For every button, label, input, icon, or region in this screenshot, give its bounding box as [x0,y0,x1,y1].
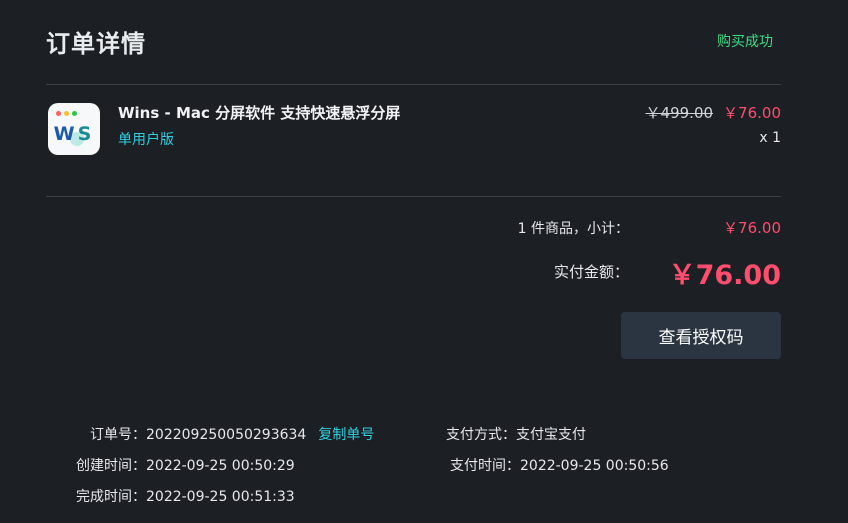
created-time-row: 创建时间：2022-09-25 00:50:29 [76,455,295,475]
completed-time-label: 完成时间： [76,489,146,505]
order-number-label: 订单号： [90,427,146,443]
product-quantity: x 1 [759,130,781,146]
created-time: 2022-09-25 00:50:29 [146,458,295,474]
payment-time: 2022-09-25 00:50:56 [520,458,669,474]
payment-time-label: 支付时间： [450,458,520,474]
payment-method-row: 支付方式：支付宝支付 [446,424,586,444]
view-license-button[interactable]: 查看授权码 [621,312,781,359]
product-name: Wins - Mac 分屏软件 支持快速悬浮分屏 [118,104,401,122]
order-number: 202209250050293634 [146,427,307,443]
payment-method-label: 支付方式： [446,427,516,443]
created-time-label: 创建时间： [76,458,146,474]
order-number-row: 订单号：202209250050293634 复制单号 [90,424,374,444]
payment-method: 支付宝支付 [516,427,586,443]
paid-amount-label: 实付金额： [553,263,629,281]
completed-time: 2022-09-25 00:51:33 [146,489,295,505]
window-dots-icon [56,111,77,116]
original-price: ￥499.00 [645,104,714,122]
paid-amount-value: ￥76.00 [668,260,781,291]
payment-time-row: 支付时间：2022-09-25 00:50:56 [450,455,669,475]
subtotal-label: 1 件商品，小计： [517,221,629,237]
copy-order-number-link[interactable]: 复制单号 [318,427,374,443]
wins-app-icon: WS [48,103,100,155]
status-badge: 购买成功 [717,34,773,50]
product-price: ￥76.00 [723,104,781,122]
divider [46,196,781,197]
price-row: ￥499.00 ￥76.00 [646,102,781,123]
completed-time-row: 完成时间：2022-09-25 00:51:33 [76,486,295,506]
product-edition: 单用户版 [118,132,174,148]
product-row: WS Wins - Mac 分屏软件 支持快速悬浮分屏 单用户版 ￥499.00… [46,102,781,158]
subtotal-value: ￥76.00 [723,219,781,237]
order-detail-page: 订单详情 购买成功 WS Wins - Mac 分屏软件 支持快速悬浮分屏 单用… [0,0,848,523]
divider [46,84,781,85]
page-title: 订单详情 [46,30,146,58]
